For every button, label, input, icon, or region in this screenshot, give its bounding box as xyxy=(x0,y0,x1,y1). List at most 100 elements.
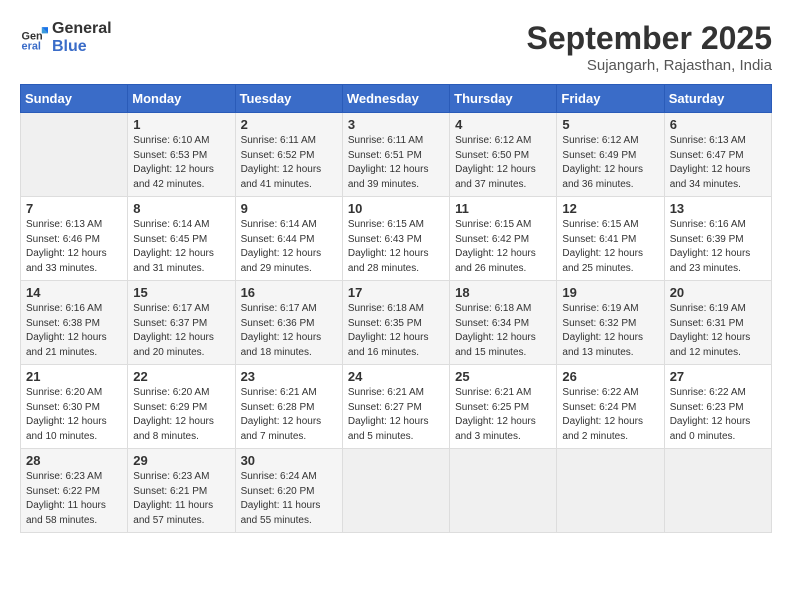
header-sunday: Sunday xyxy=(21,85,128,113)
day-info: Sunrise: 6:23 AM Sunset: 6:22 PM Dayligh… xyxy=(26,470,122,528)
table-row: 4Sunrise: 6:12 AM Sunset: 6:50 PM Daylig… xyxy=(450,113,557,197)
table-row xyxy=(21,113,128,197)
page-header: Gen eral General Blue September 2025 Suj… xyxy=(20,20,772,74)
day-number: 17 xyxy=(348,285,444,300)
day-info: Sunrise: 6:14 AM Sunset: 6:44 PM Dayligh… xyxy=(241,218,337,276)
table-row: 21Sunrise: 6:20 AM Sunset: 6:30 PM Dayli… xyxy=(21,365,128,449)
table-row: 1 Sunrise: 6:10 AM Sunset: 6:53 PM Daylig… xyxy=(128,113,235,197)
day-info: Sunrise: 6:21 AM Sunset: 6:25 PM Dayligh… xyxy=(455,386,551,444)
table-row: 6 Sunrise: 6:13 AM Sunset: 6:47 PM Daylig… xyxy=(664,113,771,197)
location-subtitle: Sujangarh, Rajasthan, India xyxy=(527,57,772,74)
day-info: Sunrise: 6:11 AM Sunset: 6:52 PM Dayligh… xyxy=(241,134,337,192)
day-number: 7 xyxy=(26,201,122,216)
day-number: 12 xyxy=(562,201,658,216)
logo-text-general: General xyxy=(52,20,112,38)
table-row: 17 Sunrise: 6:18 AM Sunset: 6:35 PM Dayli… xyxy=(342,281,449,365)
day-info: Sunrise: 6:20 AM Sunset: 6:30 PM Dayligh… xyxy=(26,386,122,444)
logo: Gen eral General Blue xyxy=(20,20,112,55)
header-friday: Friday xyxy=(557,85,664,113)
table-row: 13 Sunrise: 6:16 AM Sunset: 6:39 PM Dayli… xyxy=(664,197,771,281)
day-info: Sunrise: 6:17 AM Sunset: 6:37 PM Dayligh… xyxy=(133,302,229,360)
day-number: 10 xyxy=(348,201,444,216)
day-info: Sunrise: 6:16 AM Sunset: 6:38 PM Dayligh… xyxy=(26,302,122,360)
day-number: 11 xyxy=(455,201,551,216)
day-info: Sunrise: 6:15 AM Sunset: 6:43 PM Dayligh… xyxy=(348,218,444,276)
day-number: 27 xyxy=(670,369,766,384)
table-row: 5Sunrise: 6:12 AM Sunset: 6:49 PM Daylig… xyxy=(557,113,664,197)
day-number: 1 xyxy=(133,117,229,132)
day-number: 25 xyxy=(455,369,551,384)
day-number: 19 xyxy=(562,285,658,300)
day-number: 5 xyxy=(562,117,658,132)
table-row: 29 Sunrise: 6:23 AM Sunset: 6:21 PM Dayli… xyxy=(128,449,235,533)
day-number: 29 xyxy=(133,453,229,468)
table-row: 27 Sunrise: 6:22 AM Sunset: 6:23 PM Dayli… xyxy=(664,365,771,449)
day-info: Sunrise: 6:17 AM Sunset: 6:36 PM Dayligh… xyxy=(241,302,337,360)
day-number: 6 xyxy=(670,117,766,132)
day-info: Sunrise: 6:20 AM Sunset: 6:29 PM Dayligh… xyxy=(133,386,229,444)
day-info: Sunrise: 6:13 AM Sunset: 6:46 PM Dayligh… xyxy=(26,218,122,276)
svg-text:eral: eral xyxy=(22,40,41,51)
table-row: 11Sunrise: 6:15 AM Sunset: 6:42 PM Dayli… xyxy=(450,197,557,281)
calendar-week-row: 21Sunrise: 6:20 AM Sunset: 6:30 PM Dayli… xyxy=(21,365,772,449)
day-number: 14 xyxy=(26,285,122,300)
table-row xyxy=(557,449,664,533)
table-row xyxy=(450,449,557,533)
day-info: Sunrise: 6:16 AM Sunset: 6:39 PM Dayligh… xyxy=(670,218,766,276)
calendar-week-row: 28Sunrise: 6:23 AM Sunset: 6:22 PM Dayli… xyxy=(21,449,772,533)
day-info: Sunrise: 6:22 AM Sunset: 6:24 PM Dayligh… xyxy=(562,386,658,444)
table-row: 9 Sunrise: 6:14 AM Sunset: 6:44 PM Daylig… xyxy=(235,197,342,281)
table-row: 22 Sunrise: 6:20 AM Sunset: 6:29 PM Dayli… xyxy=(128,365,235,449)
day-number: 13 xyxy=(670,201,766,216)
day-info: Sunrise: 6:10 AM Sunset: 6:53 PM Dayligh… xyxy=(133,134,229,192)
calendar-table: Sunday Monday Tuesday Wednesday Thursday… xyxy=(20,84,772,533)
table-row: 10 Sunrise: 6:15 AM Sunset: 6:43 PM Dayli… xyxy=(342,197,449,281)
table-row: 25 Sunrise: 6:21 AM Sunset: 6:25 PM Dayli… xyxy=(450,365,557,449)
header-tuesday: Tuesday xyxy=(235,85,342,113)
table-row: 14 Sunrise: 6:16 AM Sunset: 6:38 PM Dayli… xyxy=(21,281,128,365)
header-monday: Monday xyxy=(128,85,235,113)
table-row: 28Sunrise: 6:23 AM Sunset: 6:22 PM Dayli… xyxy=(21,449,128,533)
table-row: 20Sunrise: 6:19 AM Sunset: 6:31 PM Dayli… xyxy=(664,281,771,365)
table-row: 16 Sunrise: 6:17 AM Sunset: 6:36 PM Dayli… xyxy=(235,281,342,365)
logo-text-blue: Blue xyxy=(52,38,112,56)
month-title: September 2025 xyxy=(527,20,772,57)
day-info: Sunrise: 6:13 AM Sunset: 6:47 PM Dayligh… xyxy=(670,134,766,192)
table-row: 30Sunrise: 6:24 AM Sunset: 6:20 PM Dayli… xyxy=(235,449,342,533)
day-info: Sunrise: 6:11 AM Sunset: 6:51 PM Dayligh… xyxy=(348,134,444,192)
day-info: Sunrise: 6:18 AM Sunset: 6:34 PM Dayligh… xyxy=(455,302,551,360)
table-row xyxy=(664,449,771,533)
day-info: Sunrise: 6:18 AM Sunset: 6:35 PM Dayligh… xyxy=(348,302,444,360)
table-row: 7 Sunrise: 6:13 AM Sunset: 6:46 PM Daylig… xyxy=(21,197,128,281)
table-row: 26 Sunrise: 6:22 AM Sunset: 6:24 PM Dayli… xyxy=(557,365,664,449)
header-saturday: Saturday xyxy=(664,85,771,113)
table-row xyxy=(342,449,449,533)
table-row: 23Sunrise: 6:21 AM Sunset: 6:28 PM Dayli… xyxy=(235,365,342,449)
logo-icon: Gen eral xyxy=(20,24,48,52)
day-info: Sunrise: 6:21 AM Sunset: 6:27 PM Dayligh… xyxy=(348,386,444,444)
table-row: 8 Sunrise: 6:14 AM Sunset: 6:45 PM Daylig… xyxy=(128,197,235,281)
calendar-header-row: Sunday Monday Tuesday Wednesday Thursday… xyxy=(21,85,772,113)
header-thursday: Thursday xyxy=(450,85,557,113)
table-row: 3 Sunrise: 6:11 AM Sunset: 6:51 PM Daylig… xyxy=(342,113,449,197)
day-number: 18 xyxy=(455,285,551,300)
table-row: 15Sunrise: 6:17 AM Sunset: 6:37 PM Dayli… xyxy=(128,281,235,365)
day-number: 8 xyxy=(133,201,229,216)
day-info: Sunrise: 6:12 AM Sunset: 6:50 PM Dayligh… xyxy=(455,134,551,192)
day-info: Sunrise: 6:19 AM Sunset: 6:32 PM Dayligh… xyxy=(562,302,658,360)
day-number: 22 xyxy=(133,369,229,384)
table-row: 24 Sunrise: 6:21 AM Sunset: 6:27 PM Dayli… xyxy=(342,365,449,449)
table-row: 18 Sunrise: 6:18 AM Sunset: 6:34 PM Dayli… xyxy=(450,281,557,365)
day-info: Sunrise: 6:23 AM Sunset: 6:21 PM Dayligh… xyxy=(133,470,229,528)
day-number: 3 xyxy=(348,117,444,132)
table-row: 2Sunrise: 6:11 AM Sunset: 6:52 PM Daylig… xyxy=(235,113,342,197)
header-wednesday: Wednesday xyxy=(342,85,449,113)
day-info: Sunrise: 6:14 AM Sunset: 6:45 PM Dayligh… xyxy=(133,218,229,276)
day-number: 24 xyxy=(348,369,444,384)
day-number: 23 xyxy=(241,369,337,384)
day-number: 26 xyxy=(562,369,658,384)
day-number: 16 xyxy=(241,285,337,300)
table-row: 19 Sunrise: 6:19 AM Sunset: 6:32 PM Dayli… xyxy=(557,281,664,365)
day-info: Sunrise: 6:22 AM Sunset: 6:23 PM Dayligh… xyxy=(670,386,766,444)
day-number: 9 xyxy=(241,201,337,216)
